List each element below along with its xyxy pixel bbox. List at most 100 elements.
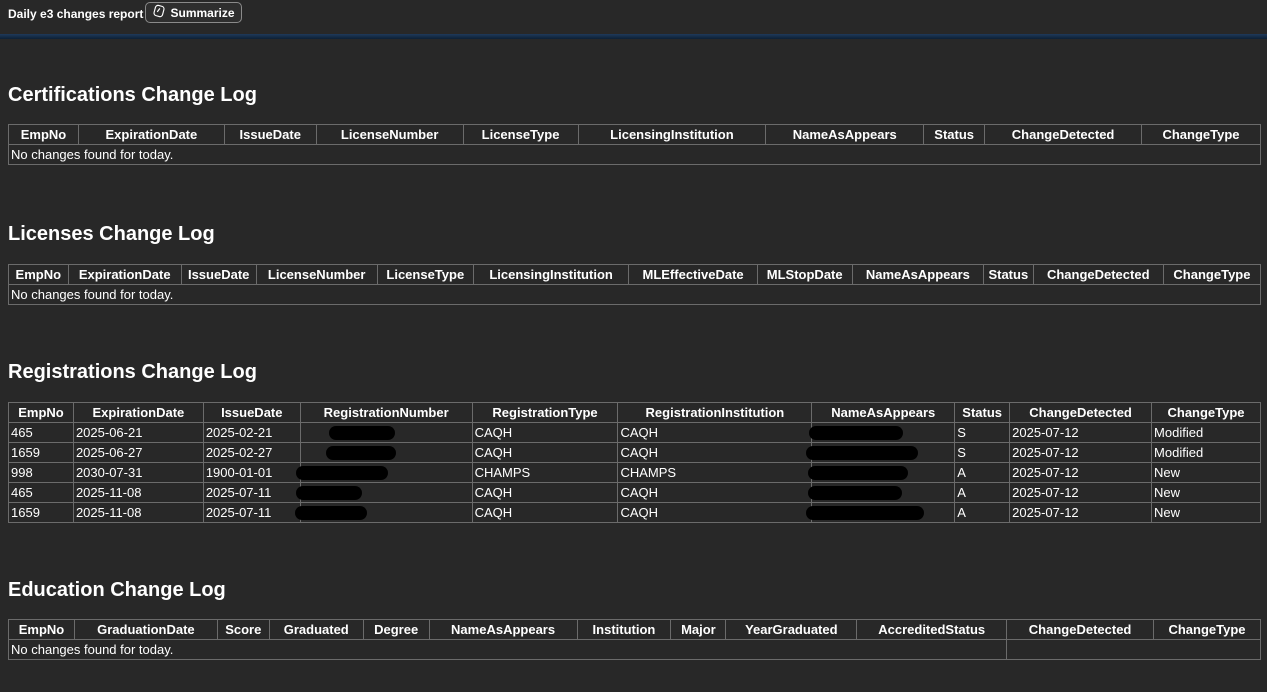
status-cell: A (954, 482, 1011, 503)
registration-institution-cell: CAQH (617, 422, 813, 443)
redaction-mark (325, 446, 396, 461)
col-header: ChangeDetected (984, 124, 1142, 145)
status-cell: A (954, 502, 1011, 523)
certifications-table: EmpNo ExpirationDate IssueDate LicenseNu… (8, 124, 1261, 165)
issue-date-cell: 2025-02-27 (202, 442, 301, 463)
expiration-date-cell: 2025-06-21 (72, 422, 204, 443)
status-cell: S (954, 422, 1011, 443)
education-header-row: EmpNo GraduationDate Score Graduated Deg… (8, 619, 1261, 640)
expiration-date-cell: 2030-07-31 (72, 462, 204, 483)
table-row: 465 2025-06-21 2025-02-21 CAQH CAQH S 20… (8, 422, 1261, 443)
col-header: ChangeType (1151, 402, 1261, 423)
registration-number-cell (299, 422, 473, 443)
empty-message: No changes found for today. (8, 284, 1261, 305)
top-bar: Daily e3 changes report Summarize (0, 0, 1267, 34)
col-header: RegistrationType (471, 402, 619, 423)
table-row: 465 2025-11-08 2025-07-11 CAQH CAQH A 20… (8, 482, 1261, 503)
summarize-label: Summarize (170, 5, 235, 20)
col-header: GraduationDate (73, 619, 218, 640)
change-type-cell: Modified (1151, 442, 1261, 463)
col-header: Status (954, 402, 1011, 423)
col-header: ChangeDetected (1032, 264, 1164, 285)
expiration-date-cell: 2025-06-27 (72, 442, 204, 463)
name-as-appears-cell (808, 482, 956, 503)
certifications-header-row: EmpNo ExpirationDate IssueDate LicenseNu… (8, 124, 1261, 145)
redaction-mark (808, 466, 909, 481)
col-header: MLEffectiveDate (628, 264, 758, 285)
col-header: EmpNo (8, 619, 75, 640)
registrations-title: Registrations Change Log (8, 361, 257, 383)
col-header: AccreditedStatus (856, 619, 1008, 640)
redaction-mark (294, 506, 367, 521)
table-row: 998 2030-07-31 1900-01-01 CHAMPS CHAMPS … (8, 462, 1261, 483)
issue-date-cell: 1900-01-01 (202, 462, 301, 483)
col-header: ChangeDetected (1006, 619, 1155, 640)
col-header: ChangeType (1141, 124, 1261, 145)
col-header: Graduated (268, 619, 364, 640)
registration-number-cell (295, 462, 473, 483)
col-header: Degree (362, 619, 430, 640)
col-header: ChangeType (1162, 264, 1262, 285)
name-as-appears-cell (806, 442, 956, 463)
col-header: YearGraduated (725, 619, 858, 640)
table-row: No changes found for today. (8, 284, 1261, 305)
redaction-mark (295, 466, 388, 481)
change-type-cell: New (1151, 502, 1261, 523)
issue-date-cell: 2025-02-21 (202, 422, 301, 443)
empty-cell (1006, 639, 1261, 660)
col-header: NameAsAppears (428, 619, 578, 640)
col-header: IssueDate (202, 402, 301, 423)
empty-message: No changes found for today. (7, 639, 1008, 660)
name-as-appears-cell (809, 422, 956, 443)
change-detected-cell: 2025-07-12 (1009, 482, 1153, 503)
education-table: EmpNo GraduationDate Score Graduated Deg… (7, 619, 1261, 660)
col-header: LicenseType (376, 264, 474, 285)
col-header: Status (983, 264, 1034, 285)
expiration-date-cell: 2025-11-08 (72, 502, 204, 523)
col-header: ExpirationDate (77, 124, 225, 145)
copilot-summarize-icon (152, 4, 166, 21)
col-header: LicensingInstitution (577, 124, 767, 145)
registration-type-cell: CAQH (471, 482, 619, 503)
registrations-header-row: EmpNo ExpirationDate IssueDate Registrat… (8, 402, 1261, 423)
col-header: EmpNo (8, 402, 74, 423)
registration-number-cell (295, 482, 473, 503)
col-header: ChangeType (1153, 619, 1261, 640)
redaction-mark (808, 486, 903, 501)
col-header: RegistrationNumber (299, 402, 473, 423)
redaction-mark (809, 426, 904, 441)
summarize-button[interactable]: Summarize (145, 2, 242, 23)
emp-no-cell: 1659 (8, 442, 74, 463)
emp-no-cell: 1659 (8, 502, 74, 523)
col-header: LicenseNumber (255, 264, 378, 285)
registration-number-cell (294, 502, 473, 523)
change-detected-cell: 2025-07-12 (1009, 502, 1153, 523)
col-header: IssueDate (223, 124, 317, 145)
issue-date-cell: 2025-07-11 (202, 482, 301, 503)
col-header: LicenseNumber (315, 124, 464, 145)
status-cell: A (954, 462, 1011, 483)
col-header: Institution (576, 619, 672, 640)
change-type-cell: New (1151, 462, 1261, 483)
expiration-date-cell: 2025-11-08 (72, 482, 204, 503)
table-row: 1659 2025-11-08 2025-07-11 CAQH CAQH A 2… (8, 502, 1261, 523)
col-header: RegistrationInstitution (617, 402, 813, 423)
col-header: NameAsAppears (811, 402, 956, 423)
licenses-header-row: EmpNo ExpirationDate IssueDate LicenseNu… (8, 264, 1262, 285)
change-type-cell: New (1151, 482, 1261, 503)
change-detected-cell: 2025-07-12 (1009, 422, 1153, 443)
licenses-title: Licenses Change Log (8, 223, 215, 245)
table-row: No changes found for today. (7, 639, 1261, 660)
col-header: NameAsAppears (851, 264, 985, 285)
registration-type-cell: CAQH (471, 502, 619, 523)
registration-institution-cell: CAQH (617, 502, 813, 523)
col-header: EmpNo (8, 124, 79, 145)
registration-institution-cell: CAQH (617, 482, 813, 503)
emp-no-cell: 465 (8, 422, 74, 443)
col-header: ExpirationDate (72, 402, 204, 423)
header-divider (0, 34, 1267, 39)
col-header: MLStopDate (756, 264, 853, 285)
certifications-title: Certifications Change Log (8, 84, 257, 106)
col-header: Major (670, 619, 727, 640)
col-header: Score (216, 619, 270, 640)
